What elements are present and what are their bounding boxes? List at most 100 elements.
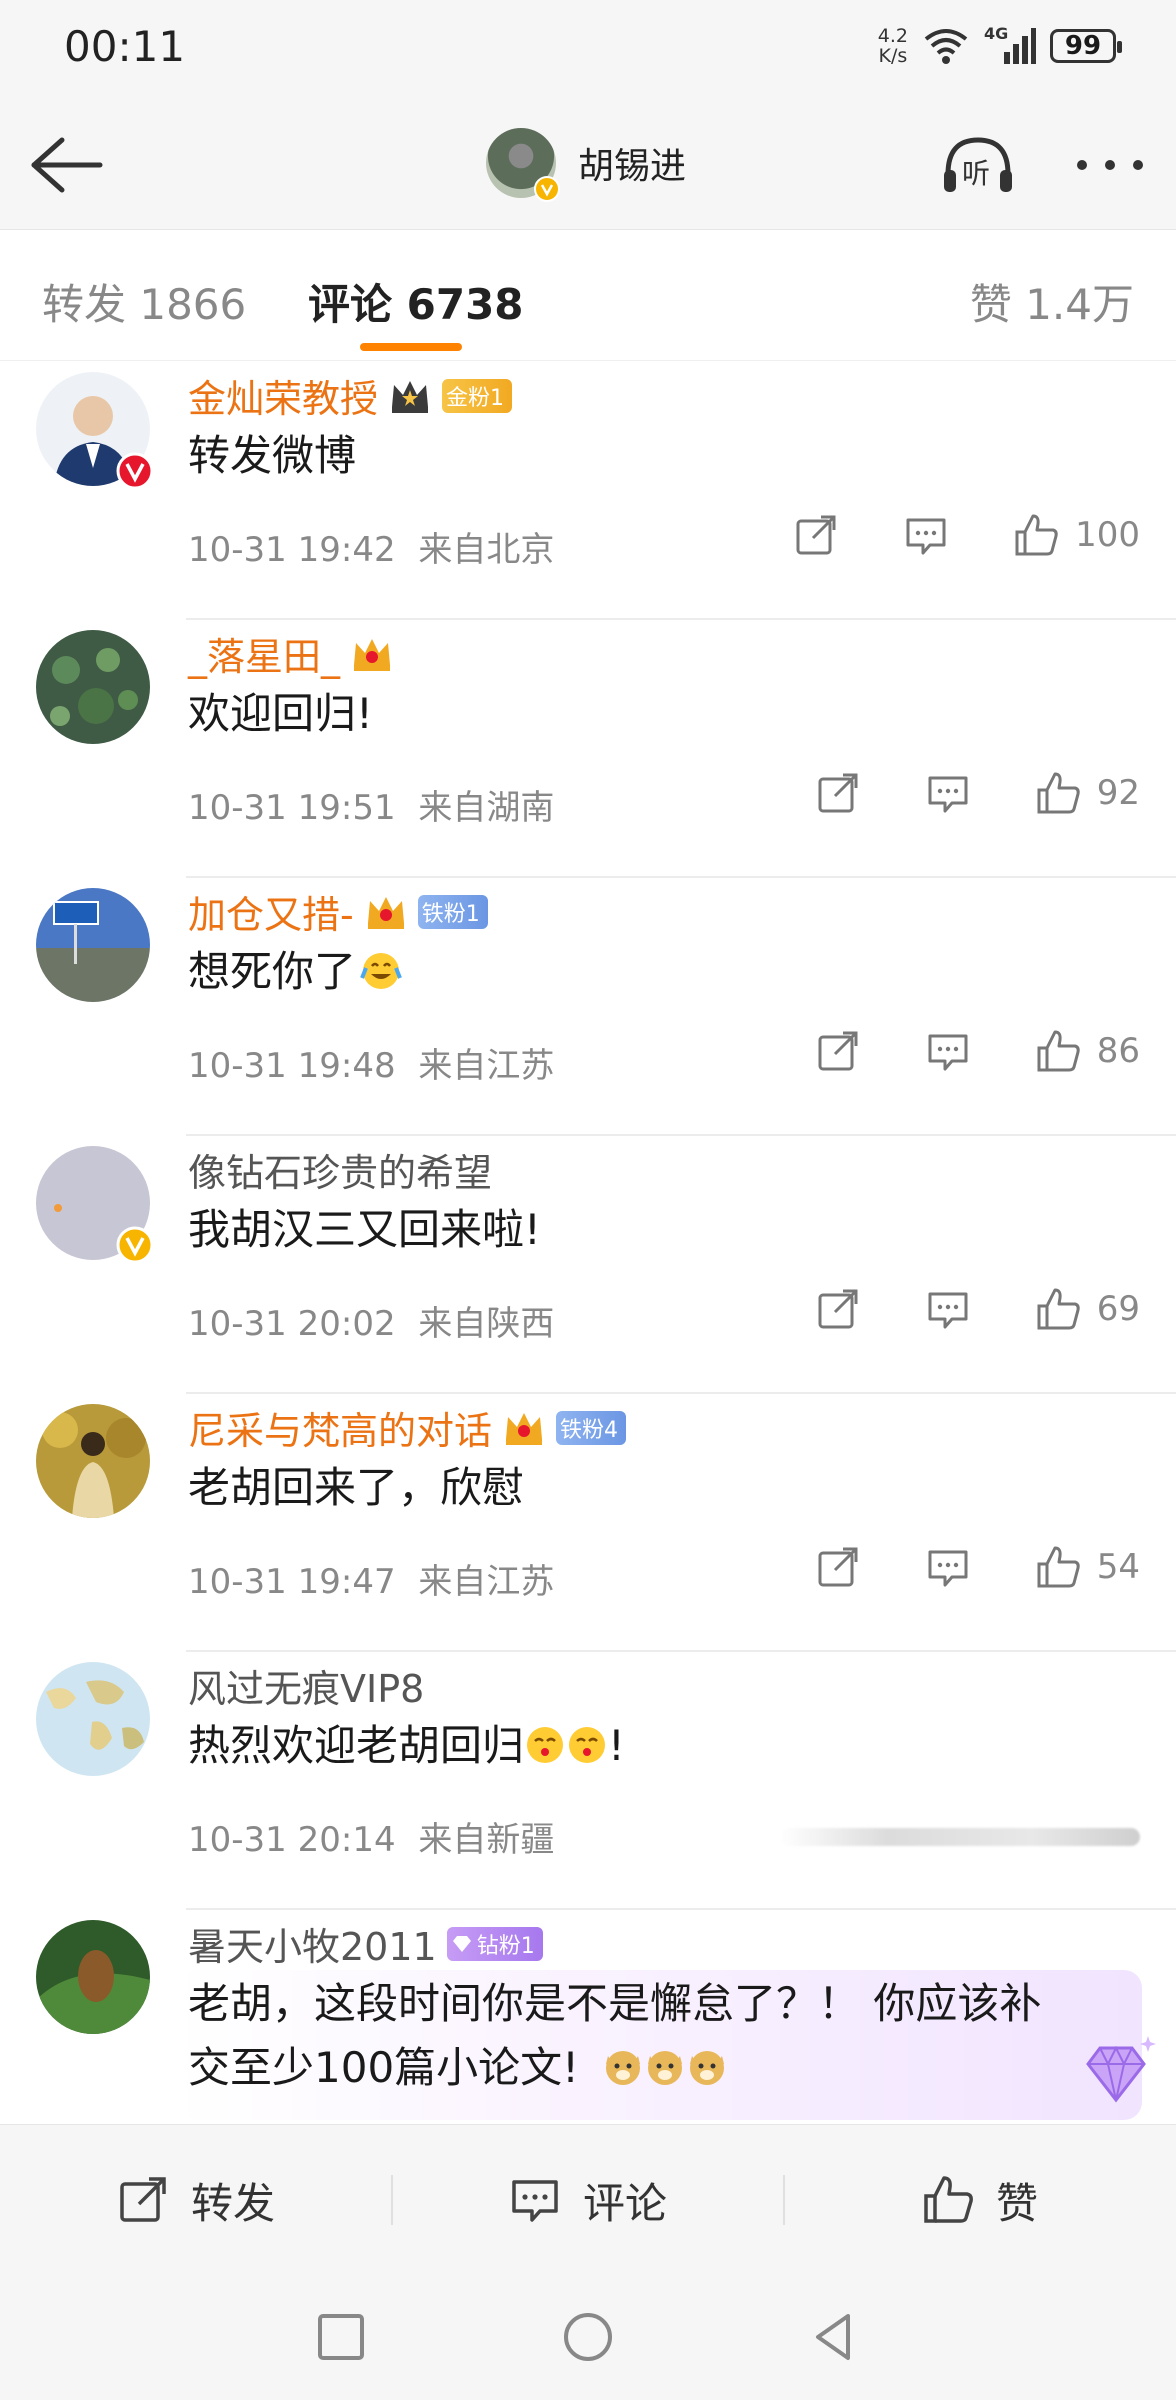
- home-icon[interactable]: [561, 2310, 615, 2364]
- commenter-avatar[interactable]: [36, 1920, 150, 2034]
- thumbs-up-icon: [1037, 772, 1080, 814]
- comment-item: 金灿荣教授 金粉1 转发微博 10-31 19:42 来自北京 100: [0, 362, 1176, 620]
- commenter-name[interactable]: 暑天小牧2011 钻粉1: [188, 1916, 543, 1971]
- repost-button[interactable]: 转发: [0, 2125, 392, 2275]
- comment-text: 我胡汉三又回来啦!: [188, 1205, 541, 1254]
- more-dots-icon: [1077, 160, 1143, 170]
- bottom-action-bar: 转发 评论 赞: [0, 2124, 1176, 2274]
- like-count: 69: [1096, 1289, 1140, 1329]
- commenter-avatar[interactable]: [36, 1404, 150, 1518]
- status-icons: 4.2 K/s 4G 99: [877, 24, 1122, 67]
- comment-button[interactable]: 评论: [392, 2125, 784, 2275]
- thumbs-up-icon: [1037, 1546, 1080, 1588]
- blurred-actions-placeholder: [780, 1828, 1140, 1846]
- thumbs-up-icon: [1037, 1030, 1080, 1072]
- network-speed: 4.2 K/s: [877, 25, 908, 67]
- back-button[interactable]: [26, 130, 106, 200]
- kiss-emoji-icon: [527, 1727, 564, 1763]
- avatar-image: [36, 1662, 150, 1776]
- cellular-signal-icon: 4G: [984, 24, 1036, 66]
- tab-bar: 转发 1866 评论 6738 赞 1.4万: [0, 231, 1176, 361]
- comment-item: 暑天小牧2011 钻粉1 老胡，这段时间你是不是懈怠了？！ 你应该补 交至少10…: [0, 1910, 1176, 2124]
- tab-likes[interactable]: 赞 1.4万: [970, 271, 1134, 332]
- comment-list: 金灿荣教授 金粉1 转发微博 10-31 19:42 来自北京 100 _落星田…: [0, 362, 1176, 2124]
- commenter-name[interactable]: 像钻石珍贵的希望: [188, 1142, 492, 1197]
- doge-emoji-icon: [690, 2051, 725, 2085]
- commenter-name[interactable]: 加仓又措- 铁粉1: [188, 884, 488, 939]
- system-navigation-bar: [0, 2274, 1176, 2400]
- back-arrow-icon: [31, 137, 103, 193]
- crown-icon: [354, 638, 391, 671]
- comment-item: _落星田_ 欢迎回归! 10-31 19:51 来自湖南 92: [0, 620, 1176, 878]
- diamond-icon: [452, 1935, 471, 1952]
- thumbs-up-icon: [1037, 1288, 1080, 1330]
- crown-icon: [506, 1412, 543, 1445]
- commenter-avatar[interactable]: [36, 888, 150, 1002]
- commenter-name[interactable]: 尼采与梵高的对话 铁粉4: [188, 1400, 627, 1455]
- like-count: 92: [1096, 773, 1140, 813]
- reply-icon[interactable]: [925, 1286, 971, 1332]
- more-options-button[interactable]: [1072, 140, 1148, 190]
- system-back-icon[interactable]: [808, 2310, 862, 2364]
- comment-text: 老胡回来了，欣慰: [188, 1463, 525, 1512]
- like-button[interactable]: 54: [1035, 1544, 1140, 1590]
- commenter-name[interactable]: 金灿荣教授 金粉1: [188, 368, 513, 423]
- like-button[interactable]: 100: [1013, 512, 1140, 558]
- comment-meta: 10-31 19:42 来自北京: [188, 530, 555, 570]
- comment-item: 像钻石珍贵的希望 我胡汉三又回来啦! 10-31 20:02 来自陕西 69: [0, 1136, 1176, 1394]
- repost-icon[interactable]: [815, 1544, 861, 1590]
- repost-icon[interactable]: [815, 1286, 861, 1332]
- fan-badge: 钻粉1: [446, 1926, 543, 1961]
- listen-label: 听: [962, 157, 991, 190]
- like-button[interactable]: 86: [1035, 1028, 1140, 1074]
- diamond-decoration-icon: [1086, 2036, 1156, 2103]
- comment-actions: 86: [815, 1028, 1140, 1074]
- like-count: 86: [1096, 1031, 1140, 1071]
- commenter-name[interactable]: _落星田_: [188, 626, 394, 681]
- like-button[interactable]: 69: [1035, 1286, 1140, 1332]
- commenter-avatar[interactable]: [36, 1662, 150, 1776]
- avatar-image: [36, 888, 150, 1002]
- like-count: 54: [1096, 1547, 1140, 1587]
- fan-badge: 金粉1: [442, 378, 513, 413]
- comment-text: 转发微博: [188, 431, 357, 480]
- reply-icon[interactable]: [903, 512, 949, 558]
- comment-text: 想死你了: [188, 940, 1148, 1004]
- commenter-name[interactable]: 风过无痕VIP8: [188, 1658, 424, 1713]
- repost-icon: [120, 2177, 166, 2222]
- kiss-emoji-icon: [569, 1727, 606, 1763]
- comment-meta: 10-31 19:47 来自江苏: [188, 1562, 555, 1602]
- reply-icon[interactable]: [925, 1028, 971, 1074]
- comment-actions: 54: [815, 1544, 1140, 1590]
- verified-yellow-icon: [534, 176, 560, 202]
- comment-text: 热烈欢迎老胡回归 !: [188, 1721, 625, 1770]
- reply-icon[interactable]: [925, 770, 971, 816]
- thumbs-up-icon: [1015, 514, 1058, 556]
- commenter-avatar[interactable]: [36, 1146, 154, 1264]
- commenter-avatar[interactable]: [36, 372, 154, 490]
- crown-icon: [367, 896, 404, 929]
- like-button[interactable]: 92: [1035, 770, 1140, 816]
- verified-yellow-icon: [116, 1226, 154, 1264]
- repost-icon[interactable]: [815, 770, 861, 816]
- thumbs-up-icon: [924, 2176, 973, 2223]
- comment-meta: 10-31 19:48 来自江苏: [188, 1046, 555, 1086]
- comment-item: 风过无痕VIP8 热烈欢迎老胡回归 ! 10-31 20:14 来自新疆: [0, 1652, 1176, 1910]
- comment-item: 尼采与梵高的对话 铁粉4 老胡回来了，欣慰 10-31 19:47 来自江苏 5…: [0, 1394, 1176, 1652]
- active-tab-indicator: [360, 343, 462, 351]
- status-bar: 00:11 4.2 K/s 4G 99: [0, 0, 1176, 100]
- comment-item: 加仓又措- 铁粉1 想死你了 10-31 19:48 来自江苏 86: [0, 878, 1176, 1136]
- avatar-image: [36, 1920, 150, 2034]
- recent-apps-icon[interactable]: [314, 2310, 368, 2364]
- commenter-avatar[interactable]: [36, 630, 150, 744]
- like-post-button[interactable]: 赞: [784, 2125, 1176, 2275]
- repost-icon[interactable]: [793, 512, 839, 558]
- repost-icon[interactable]: [815, 1028, 861, 1074]
- author-avatar[interactable]: [486, 128, 560, 202]
- fan-badge: 铁粉4: [556, 1410, 627, 1445]
- listen-button[interactable]: 听: [940, 130, 1016, 200]
- post-author[interactable]: 胡锡进: [486, 128, 686, 202]
- tab-reposts[interactable]: 转发 1866: [42, 271, 246, 332]
- reply-icon[interactable]: [925, 1544, 971, 1590]
- author-name[interactable]: 胡锡进: [578, 137, 686, 189]
